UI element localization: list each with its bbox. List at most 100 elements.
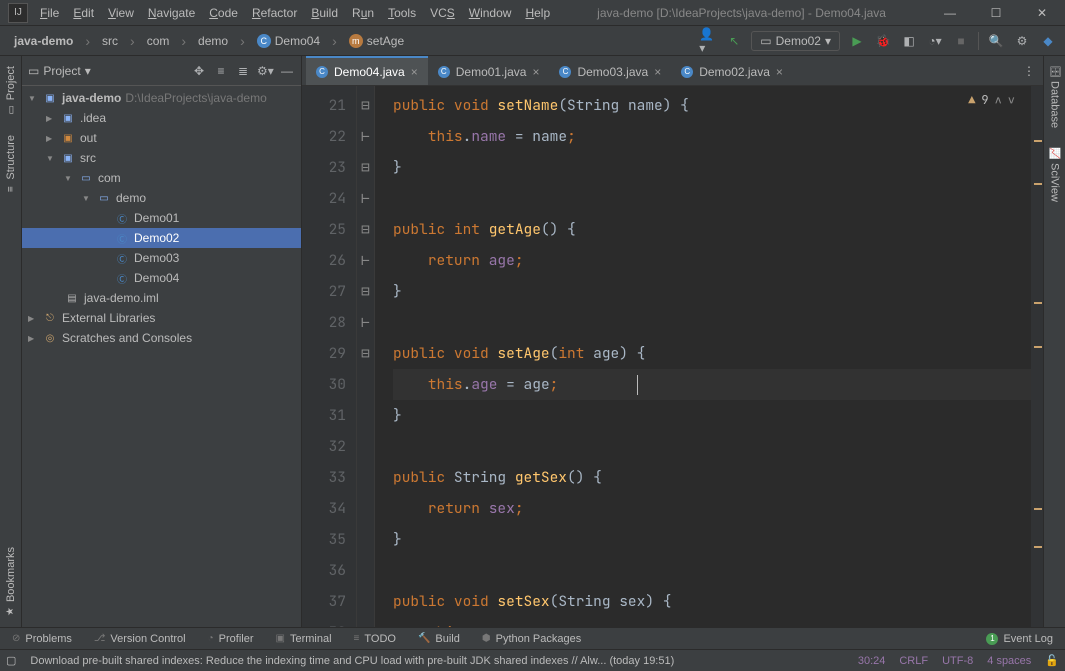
expand-all-icon[interactable]: ≡ [213,64,229,78]
run-toolbar: 👤▾ ↖ ▭ Demo02 ▾ ▶ 🐞 ◧ ◔▾ ■ 🔍 ⚙ ◆ [699,31,1057,51]
status-message[interactable]: Download pre-built shared indexes: Reduc… [30,655,843,667]
tab-more-icon[interactable]: ⋮ [1015,56,1043,85]
tree-file-demo02[interactable]: ⒸDemo02 [22,228,301,248]
menu-run[interactable]: Run [346,3,380,23]
main-area: ▭Project ≡Structure ★Bookmarks ▭ Project… [0,56,1065,627]
warning-count: 9 [981,92,988,108]
tree-iml-file[interactable]: ▤java-demo.iml [22,288,301,308]
next-highlight-icon[interactable]: ∨ [1008,92,1015,108]
tree-com-package[interactable]: ▼▭com [22,168,301,188]
profile-icon[interactable]: ◔▾ [926,32,944,50]
maximize-button[interactable]: ☐ [973,0,1019,26]
add-config-icon[interactable]: 👤▾ [699,32,717,50]
menu-refactor[interactable]: Refactor [246,3,303,23]
menu-tools[interactable]: Tools [382,3,422,23]
navigation-bar: java-demo› src› com› demo› CDemo04› mset… [0,26,1065,56]
toolbtn-eventlog[interactable]: 1Event Log [976,631,1063,647]
breadcrumb-src[interactable]: src [96,32,124,50]
menu-file[interactable]: File [34,3,65,23]
breadcrumb-project[interactable]: java-demo [8,32,79,50]
tab-demo04[interactable]: CDemo04.java× [306,56,428,85]
close-button[interactable]: ✕ [1019,0,1065,26]
caret-position[interactable]: 30:24 [858,655,886,667]
readonly-icon[interactable]: 🔓 [1045,654,1059,667]
toolbtn-problems[interactable]: ⊘Problems [2,631,82,647]
fold-column[interactable]: ⊟⊢⊟⊢⊟⊢⊟⊢⊟ [357,86,375,627]
app-icon: IJ [8,3,28,23]
status-bar: ▢ Download pre-built shared indexes: Red… [0,649,1065,671]
file-encoding[interactable]: UTF-8 [942,655,973,667]
breadcrumb-method[interactable]: msetAge [343,32,410,50]
stop-icon[interactable]: ■ [952,32,970,50]
indent-settings[interactable]: 4 spaces [987,655,1031,667]
bottom-tool-buttons: ⊘Problems ⎇Version Control ◔Profiler ▣Te… [0,627,1065,649]
window-title: java-demo [D:\IdeaProjects\java-demo] - … [556,6,927,20]
close-icon[interactable]: × [532,65,539,79]
collapse-all-icon[interactable]: ≣ [235,64,251,78]
toolbtn-build[interactable]: 🔨Build [408,631,470,647]
tab-structure[interactable]: ≡Structure [3,125,19,205]
settings-icon[interactable]: ⚙ [1013,32,1031,50]
tool-windows-icon[interactable]: ▢ [6,654,16,667]
tree-out-folder[interactable]: ▶▣out [22,128,301,148]
menu-code[interactable]: Code [203,3,244,23]
close-icon[interactable]: × [411,65,418,79]
toolbtn-python[interactable]: ⬢Python Packages [472,631,591,647]
toolbtn-terminal[interactable]: ▣Terminal [266,631,342,647]
project-panel-title[interactable]: Project [43,64,80,78]
tab-demo02[interactable]: CDemo02.java× [671,56,793,85]
tree-demo-package[interactable]: ▼▭demo [22,188,301,208]
menu-help[interactable]: Help [519,3,556,23]
project-panel-header: ▭ Project ▾ ✥ ≡ ≣ ⚙▾ — [22,56,301,86]
run-button-icon[interactable]: ▶ [848,32,866,50]
tree-external-libs[interactable]: ▶⎋External Libraries [22,308,301,328]
tree-file-demo04[interactable]: ⒸDemo04 [22,268,301,288]
project-tree[interactable]: ▼▣java-demoD:\IdeaProjects\java-demo ▶▣.… [22,86,301,627]
breadcrumb-com[interactable]: com [141,32,176,50]
run-config-selector[interactable]: ▭ Demo02 ▾ [751,31,840,51]
left-tool-strip: ▭Project ≡Structure ★Bookmarks [0,56,22,627]
menu-view[interactable]: View [102,3,140,23]
toolbtn-todo[interactable]: ≡TODO [344,631,406,647]
hide-panel-icon[interactable]: — [279,64,295,78]
toolbtn-profiler[interactable]: ◔Profiler [198,631,264,647]
editor-tabs: CDemo04.java× CDemo01.java× CDemo03.java… [302,56,1043,86]
tab-demo01[interactable]: CDemo01.java× [428,56,550,85]
tab-database[interactable]: 🗄Database [1044,56,1065,138]
close-icon[interactable]: × [654,65,661,79]
close-icon[interactable]: × [776,65,783,79]
breadcrumb-class[interactable]: CDemo04 [251,32,326,50]
tab-project[interactable]: ▭Project [3,56,19,125]
code-editor[interactable]: 212223242526272829303132333435363738 ⊟⊢⊟… [302,86,1043,627]
build-icon[interactable]: ↖ [725,32,743,50]
code-content[interactable]: public void setName(String name) { this.… [375,86,1043,627]
tree-file-demo01[interactable]: ⒸDemo01 [22,208,301,228]
tab-demo03[interactable]: CDemo03.java× [549,56,671,85]
inspection-widget[interactable]: ▲9 ∧ ∨ [968,92,1015,108]
select-opened-file-icon[interactable]: ✥ [191,64,207,78]
tree-src-folder[interactable]: ▼▣src [22,148,301,168]
prev-highlight-icon[interactable]: ∧ [995,92,1002,108]
tab-bookmarks[interactable]: ★Bookmarks [3,537,19,627]
menu-build[interactable]: Build [305,3,344,23]
editor-area: CDemo04.java× CDemo01.java× CDemo03.java… [302,56,1043,627]
menu-window[interactable]: Window [463,3,518,23]
menu-vcs[interactable]: VCS [424,3,461,23]
tree-file-demo03[interactable]: ⒸDemo03 [22,248,301,268]
minimize-button[interactable]: ― [927,0,973,26]
menu-edit[interactable]: Edit [67,3,100,23]
settings-dropdown-icon[interactable]: ⚙▾ [257,64,273,78]
tab-sciview[interactable]: 📈SciView [1044,138,1065,212]
search-icon[interactable]: 🔍 [987,32,1005,50]
line-separator[interactable]: CRLF [899,655,928,667]
coverage-icon[interactable]: ◧ [900,32,918,50]
breadcrumb-demo[interactable]: demo [192,32,234,50]
tree-scratches[interactable]: ▶◎Scratches and Consoles [22,328,301,348]
plugins-icon[interactable]: ◆ [1039,32,1057,50]
tree-idea-folder[interactable]: ▶▣.idea [22,108,301,128]
error-stripe[interactable] [1031,86,1043,627]
menu-navigate[interactable]: Navigate [142,3,201,23]
toolbtn-vcs[interactable]: ⎇Version Control [84,631,196,647]
tree-project-root[interactable]: ▼▣java-demoD:\IdeaProjects\java-demo [22,88,301,108]
debug-button-icon[interactable]: 🐞 [874,32,892,50]
